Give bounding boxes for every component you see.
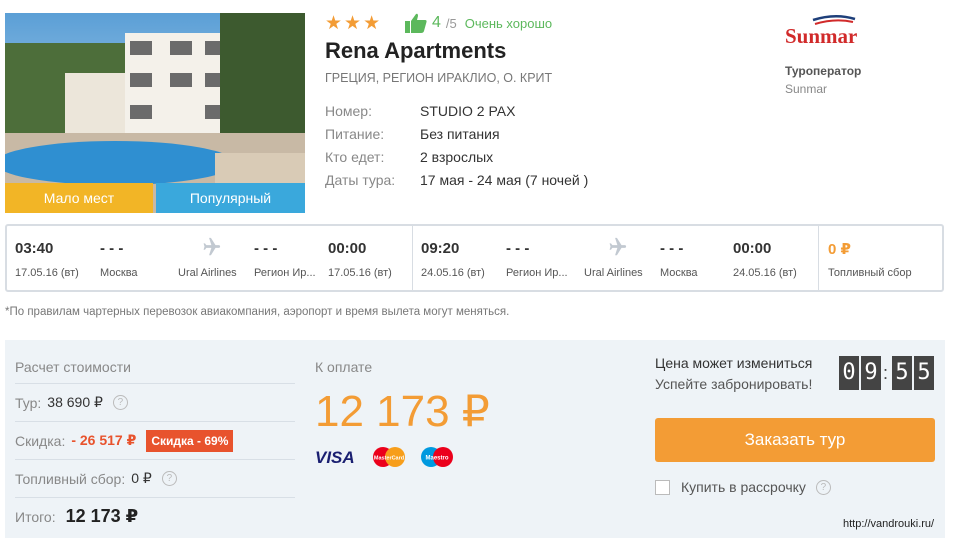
hotel-location: ГРЕЦИЯ, РЕГИОН ИРАКЛИО, О. КРИТ bbox=[325, 71, 553, 85]
timer-digit: 5 bbox=[892, 356, 913, 390]
charter-note: *По правилам чартерных перевозок авиаком… bbox=[5, 306, 510, 318]
price-panel: Расчет стоимости Тур: 38 690 ₽ ? Скидка:… bbox=[5, 340, 945, 538]
sunmar-logo-text: Sunmar bbox=[785, 24, 857, 48]
popular-badge: Популярный bbox=[156, 183, 305, 213]
dep-city: Регион Ир... bbox=[506, 267, 568, 279]
detail-value: 17 мая - 24 мая (7 ночей ) bbox=[420, 172, 589, 188]
hotel-stars: ★★★ bbox=[325, 13, 383, 34]
installment-checkbox[interactable] bbox=[655, 479, 670, 495]
fuel-surcharge: 0 ₽ Топливный сбор bbox=[819, 226, 942, 290]
hotel-name[interactable]: Rena Apartments bbox=[325, 38, 506, 64]
thumbs-up-icon bbox=[405, 13, 427, 33]
airline: Ural Airlines bbox=[584, 267, 643, 279]
dep-time: 03:40 bbox=[15, 240, 54, 257]
detail-room: Номер: STUDIO 2 PAX bbox=[325, 100, 588, 123]
pay-title: К оплате bbox=[315, 359, 373, 375]
detail-dates: Даты тура: 17 мая - 24 мая (7 ночей ) bbox=[325, 169, 588, 192]
pay-amount: 12 173 ₽ bbox=[315, 387, 490, 436]
detail-meal: Питание: Без питания bbox=[325, 123, 588, 146]
arr-city: Москва bbox=[660, 267, 698, 279]
detail-value: Без питания bbox=[420, 126, 500, 142]
dep-time: 09:20 bbox=[421, 240, 460, 257]
detail-value: 2 взрослых bbox=[420, 149, 494, 165]
help-icon[interactable]: ? bbox=[161, 471, 177, 486]
fuel-amount: 0 ₽ bbox=[828, 241, 851, 258]
calc-total-row: Итого: 12 173 ₽ bbox=[15, 497, 295, 535]
price-change-title: Цена может измениться bbox=[655, 355, 813, 371]
timer-digit: 5 bbox=[914, 356, 935, 390]
tour-details: Номер: STUDIO 2 PAX Питание: Без питания К… bbox=[325, 100, 588, 192]
total-value: 12 173 ₽ bbox=[65, 506, 139, 526]
dep-date: 24.05.16 (вт) bbox=[421, 267, 485, 279]
sunmar-logo: Sunmar bbox=[785, 15, 857, 48]
outbound-flight[interactable]: 03:40 17.05.16 (вт) - - - Москва Ural Ai… bbox=[7, 226, 412, 290]
return-flight[interactable]: 09:20 24.05.16 (вт) - - - Регион Ир... U… bbox=[413, 226, 818, 290]
dep-dash: - - - bbox=[100, 240, 124, 257]
calc-title: Расчет стоимости bbox=[15, 359, 131, 375]
rating-max: /5 bbox=[445, 15, 457, 31]
plane-icon bbox=[203, 237, 221, 256]
installment-label[interactable]: Купить в рассрочку bbox=[681, 479, 806, 495]
detail-label: Кто едет: bbox=[325, 149, 385, 165]
timer-digit: 0 bbox=[839, 356, 859, 390]
countdown-timer: 0 9 : 5 5 bbox=[837, 356, 935, 390]
visa-icon: VISA bbox=[315, 448, 355, 466]
total-label: Итого: bbox=[15, 508, 56, 525]
mastercard-icon: MasterCard bbox=[373, 447, 405, 467]
calc-fuel-row: Топливный сбор: 0 ₽ ? bbox=[15, 459, 295, 497]
detail-label: Питание: bbox=[325, 126, 385, 142]
dep-dash: - - - bbox=[506, 240, 530, 257]
plane-icon bbox=[609, 237, 627, 256]
calc-discount-row: Скидка: - 26 517 ₽ Скидка - 69% bbox=[15, 421, 295, 459]
operator-title: Туроператор bbox=[785, 64, 862, 78]
arr-date: 24.05.16 (вт) bbox=[733, 267, 797, 279]
calc-tour-row: Тур: 38 690 ₽ ? bbox=[15, 383, 295, 421]
watermark: http://vandrouki.ru/ bbox=[843, 518, 935, 530]
arr-time: 00:00 bbox=[733, 240, 772, 257]
tour-label: Тур: bbox=[15, 394, 42, 411]
tour-value: 38 690 ₽ bbox=[47, 394, 103, 410]
detail-value: STUDIO 2 PAX bbox=[420, 103, 516, 119]
hurry-text: Успейте забронировать! bbox=[655, 376, 813, 392]
discount-value: - 26 517 ₽ bbox=[71, 432, 137, 448]
timer-separator: : bbox=[883, 362, 889, 383]
detail-label: Даты тура: bbox=[325, 172, 396, 188]
airline: Ural Airlines bbox=[178, 267, 237, 279]
hotel-rating: 4/5 Очень хорошо bbox=[405, 13, 552, 33]
arr-dash: - - - bbox=[254, 240, 278, 257]
fuel-value: 0 ₽ bbox=[131, 470, 152, 486]
arr-city: Регион Ир... bbox=[254, 267, 316, 279]
discount-label: Скидка: bbox=[15, 432, 66, 449]
fuel-label: Топливный сбор: bbox=[15, 470, 126, 487]
payment-cards: VISA MasterCard Maestro bbox=[315, 446, 455, 468]
timer-digit: 9 bbox=[861, 356, 881, 390]
rating-text: Очень хорошо bbox=[464, 15, 553, 31]
detail-label: Номер: bbox=[325, 103, 372, 119]
visa-text: VISA bbox=[315, 448, 355, 466]
discount-badge: Скидка - 69% bbox=[146, 429, 234, 452]
installment-option[interactable]: Купить в рассрочку ? bbox=[655, 479, 831, 495]
fuel-label: Топливный сбор bbox=[828, 267, 912, 279]
operator-name: Sunmar bbox=[785, 82, 828, 96]
dep-date: 17.05.16 (вт) bbox=[15, 267, 79, 279]
few-places-badge: Мало мест bbox=[5, 183, 153, 213]
help-icon[interactable]: ? bbox=[112, 395, 128, 410]
arr-time: 00:00 bbox=[328, 240, 367, 257]
maestro-text: Maestro bbox=[425, 456, 448, 462]
mastercard-text: MasterCard bbox=[374, 456, 404, 462]
dep-city: Москва bbox=[100, 267, 138, 279]
book-tour-button[interactable]: Заказать тур bbox=[655, 418, 935, 462]
arr-dash: - - - bbox=[660, 240, 684, 257]
flights-panel: 03:40 17.05.16 (вт) - - - Москва Ural Ai… bbox=[5, 224, 944, 292]
detail-travelers: Кто едет: 2 взрослых bbox=[325, 146, 588, 169]
help-icon[interactable]: ? bbox=[815, 479, 831, 495]
arr-date: 17.05.16 (вт) bbox=[328, 267, 392, 279]
rating-score: 4 bbox=[432, 14, 441, 31]
maestro-icon: Maestro bbox=[421, 447, 453, 467]
